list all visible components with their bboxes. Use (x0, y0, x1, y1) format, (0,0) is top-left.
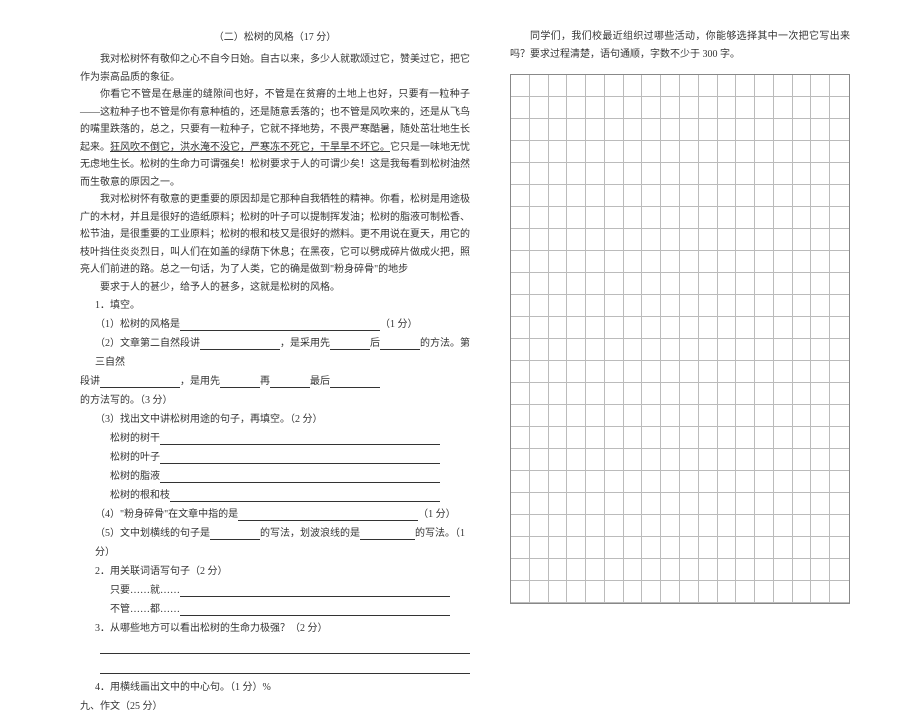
blank-field[interactable] (160, 452, 440, 464)
blank-field[interactable] (380, 338, 420, 350)
q1-3d: 松树的根和枝 (110, 486, 470, 505)
q2a-label: 只要……就…… (110, 585, 180, 596)
q1-1: （1）松树的风格是 （1 分） (95, 315, 470, 334)
q1-4: （4）"粉身碎骨"在文章中指的是 （1 分） (95, 505, 470, 524)
q2: 2．用关联词语写句子（2 分） (95, 562, 470, 581)
q2b: 不管……都…… (110, 600, 470, 619)
writing-column: 同学们，我们校最近组织过哪些活动，你能够选择其中一次把它写出来吗？要求过程清楚，… (510, 28, 850, 630)
q1-2a: （2）文章第二自然段讲 (95, 338, 200, 349)
answer-line[interactable] (100, 658, 470, 674)
composition-grid[interactable] (510, 74, 850, 604)
q2b-label: 不管……都…… (110, 604, 180, 615)
blank-field[interactable] (210, 528, 260, 540)
q1-1-score: （1 分） (380, 319, 418, 330)
q1-2e: 段讲 (80, 376, 100, 387)
q1-heading: 1．填空。 (95, 296, 470, 315)
q1-2-line1: （2）文章第二自然段讲，是采用先后的方法。第三自然 (95, 334, 470, 372)
q3: 3．从哪些地方可以看出松树的生命力极强？（2 分） (95, 619, 470, 638)
q1-3a-label: 松树的树干 (110, 433, 160, 444)
q1-3d-label: 松树的根和枝 (110, 490, 170, 501)
paragraph-4: 要求于人的甚少，给予人的甚多，这就是松树的风格。 (80, 279, 470, 297)
blank-field[interactable] (170, 490, 440, 502)
q1-3b: 松树的叶子 (110, 448, 470, 467)
blank-field[interactable] (330, 338, 370, 350)
q1-2b: ，是采用先 (280, 338, 330, 349)
blank-field[interactable] (180, 319, 380, 331)
blank-field[interactable] (160, 471, 440, 483)
passage-title: （二）松树的风格（17 分） (80, 28, 470, 43)
q1-2h: 最后 (310, 376, 330, 387)
q1-4-label: （4）"粉身碎骨"在文章中指的是 (95, 509, 238, 520)
q1-2c: 后 (370, 338, 380, 349)
q4: 4．用横线画出文中的中心句。（1 分）% (95, 678, 470, 697)
blank-field[interactable] (270, 376, 310, 388)
q1-3: （3）找出文中讲松树用途的句子，再填空。（2 分） (95, 410, 470, 429)
reading-column: （二）松树的风格（17 分） 我对松树怀有敬仰之心不自今日始。自古以来，多少人就… (80, 28, 470, 630)
q1-3a: 松树的树干 (110, 429, 470, 448)
q1-3c: 松树的脂液 (110, 467, 470, 486)
paragraph-1: 我对松树怀有敬仰之心不自今日始。自古以来，多少人就歌颂过它，赞美过它，把它作为崇… (80, 51, 470, 86)
blank-field[interactable] (100, 376, 180, 388)
q1-2-line2: 段讲 ，是用先 再 最后的方法写的。（3 分） (80, 372, 470, 410)
q1-5b: 的写法，划波浪线的是 (260, 528, 360, 539)
answer-line[interactable] (100, 638, 470, 654)
blank-field[interactable] (200, 338, 280, 350)
q1-2f: ，是用先 (180, 376, 220, 387)
blank-field[interactable] (160, 433, 440, 445)
paragraph-2: 你看它不管是在悬崖的缝隙间也好，不管是在贫瘠的土地上也好，只要有一粒种子——这粒… (80, 86, 470, 191)
blank-field[interactable] (180, 585, 450, 597)
blank-field[interactable] (238, 509, 418, 521)
q1-3b-label: 松树的叶子 (110, 452, 160, 463)
q1-5a: （5）文中划横线的句子是 (95, 528, 210, 539)
underlined-text: 狂风吹不倒它，洪水淹不没它，严寒冻不死它，干旱旱不坏它。 (110, 142, 390, 153)
blank-field[interactable] (360, 528, 415, 540)
q1-2g: 再 (260, 376, 270, 387)
blank-field[interactable] (330, 376, 380, 388)
writing-prompt: 同学们，我们校最近组织过哪些活动，你能够选择其中一次把它写出来吗？要求过程清楚，… (510, 28, 850, 64)
section-9: 九、作文（25 分） (80, 697, 470, 716)
q2a: 只要……就…… (110, 581, 470, 600)
q1-1-label: （1）松树的风格是 (95, 319, 180, 330)
blank-field[interactable] (220, 376, 260, 388)
q1-5: （5）文中划横线的句子是的写法，划波浪线的是的写法。（1 分） (95, 524, 470, 562)
blank-field[interactable] (180, 604, 450, 616)
q1-2i: 的方法写的。（3 分） (80, 395, 173, 406)
paragraph-3: 我对松树怀有敬意的更重要的原因却是它那种自我牺牲的精神。你看，松树是用途极广的木… (80, 191, 470, 279)
q1-3c-label: 松树的脂液 (110, 471, 160, 482)
q1-4-score: （1 分） (418, 509, 456, 520)
